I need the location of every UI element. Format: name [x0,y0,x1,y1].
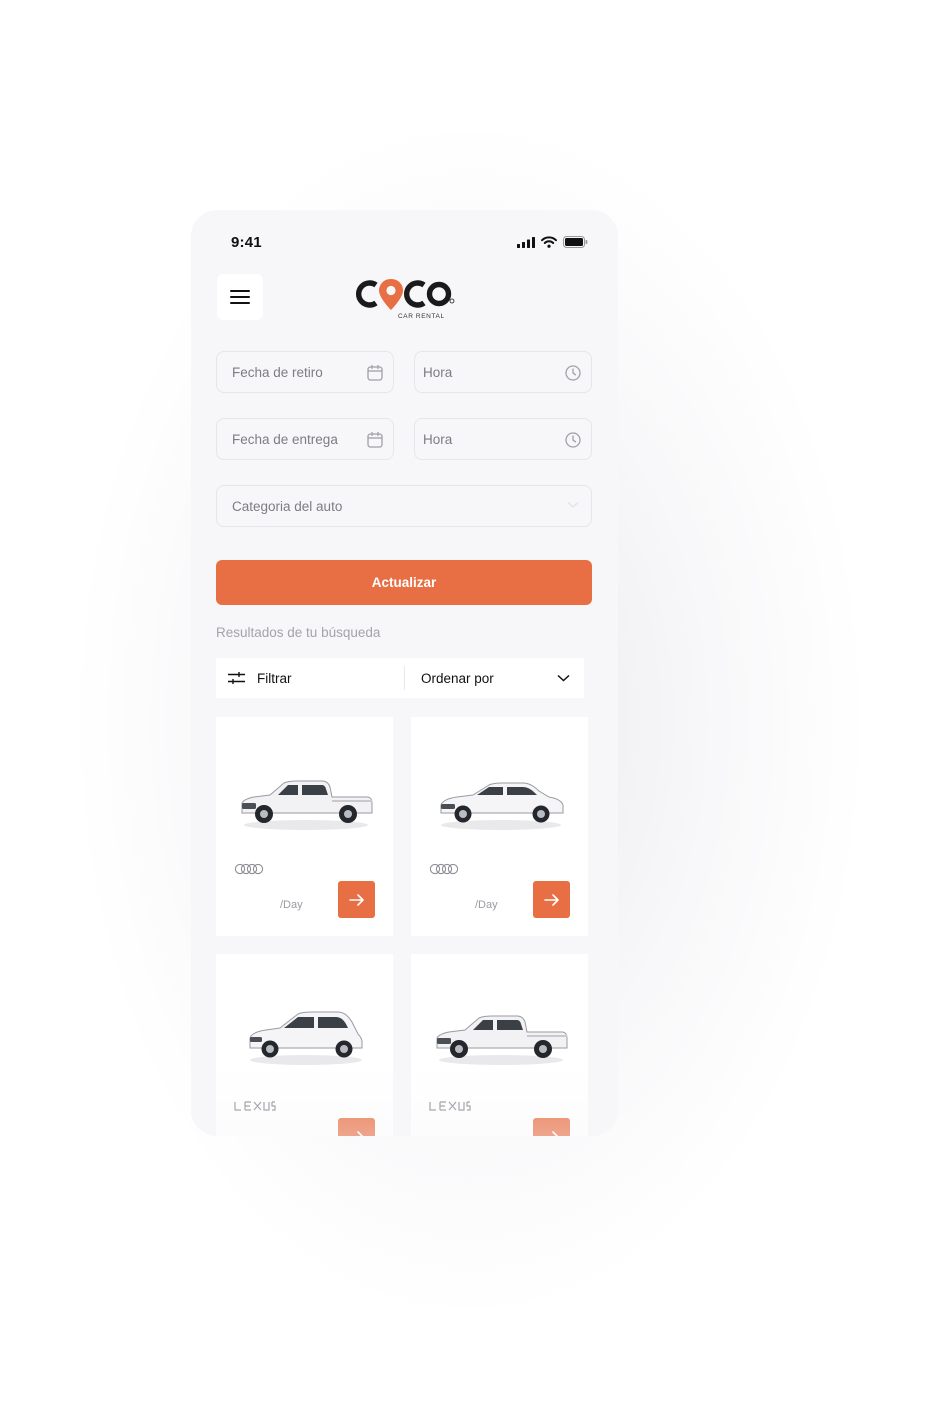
results-toolbar: Filtrar Ordenar por [216,658,584,698]
return-date-placeholder: Fecha de entrega [232,431,338,447]
signal-icon [517,236,535,248]
car-category-placeholder: Categoria del auto [232,498,343,514]
pickup-date-field[interactable]: Fecha de retiro [216,351,394,393]
logo-tagline: CAR RENTAL [398,313,445,320]
arrow-right-icon [348,893,364,906]
pickup-date-placeholder: Fecha de retiro [232,364,323,380]
menu-icon [230,290,250,304]
coco-logo-mark [355,279,455,310]
pickup-truck-image [241,780,373,830]
hatchback-image [249,1011,363,1065]
brand-logo: CAR RENTAL [355,276,455,324]
arrow-right-icon [348,1130,364,1136]
car-card[interactable] [411,954,588,1136]
audi-logo [429,863,459,875]
lexus-logo [234,1101,276,1111]
status-time: 9:41 [231,234,262,251]
car-card[interactable]: /Day [411,717,588,936]
arrow-right-icon [543,893,559,906]
pickup-time-placeholder: Hora [423,364,453,380]
view-car-button[interactable] [338,881,375,918]
calendar-icon [367,431,383,448]
car-category-select[interactable]: Categoria del auto [216,485,592,527]
arrow-right-icon [543,1130,559,1136]
status-bar: 9:41 [231,234,588,252]
sort-label: Ordenar por [421,670,494,686]
return-time-field[interactable]: Hora [414,418,592,460]
sedan-image [440,782,564,830]
chevron-down-icon [567,501,579,508]
car-card[interactable] [216,954,393,1136]
clock-icon [565,432,581,448]
wifi-icon [541,236,557,248]
return-time-placeholder: Hora [423,431,453,447]
view-car-button[interactable] [338,1118,375,1136]
sliders-icon [228,672,245,684]
price-unit: /Day [475,899,498,911]
price-unit: /Day [280,899,303,911]
car-card[interactable]: /Day [216,717,393,936]
battery-icon [563,236,588,248]
pickup-time-field[interactable]: Hora [414,351,592,393]
chevron-down-icon [557,674,570,682]
update-button[interactable]: Actualizar [216,560,592,605]
view-car-button[interactable] [533,1118,570,1136]
filter-label: Filtrar [257,670,292,686]
clock-icon [565,365,581,381]
filter-button[interactable]: Filtrar [216,658,404,698]
calendar-icon [367,364,383,381]
pickup-truck-image [436,1015,568,1065]
phone-screen: 9:41 CAR RENTAL Fecha de retiro Hora Fec… [191,210,618,1136]
audi-logo [234,863,264,875]
view-car-button[interactable] [533,881,570,918]
status-icons [517,236,588,248]
lexus-logo [429,1101,471,1111]
menu-button[interactable] [217,274,263,320]
sort-dropdown[interactable]: Ordenar por [405,671,584,686]
results-title: Resultados de tu búsqueda [216,625,381,640]
return-date-field[interactable]: Fecha de entrega [216,418,394,460]
